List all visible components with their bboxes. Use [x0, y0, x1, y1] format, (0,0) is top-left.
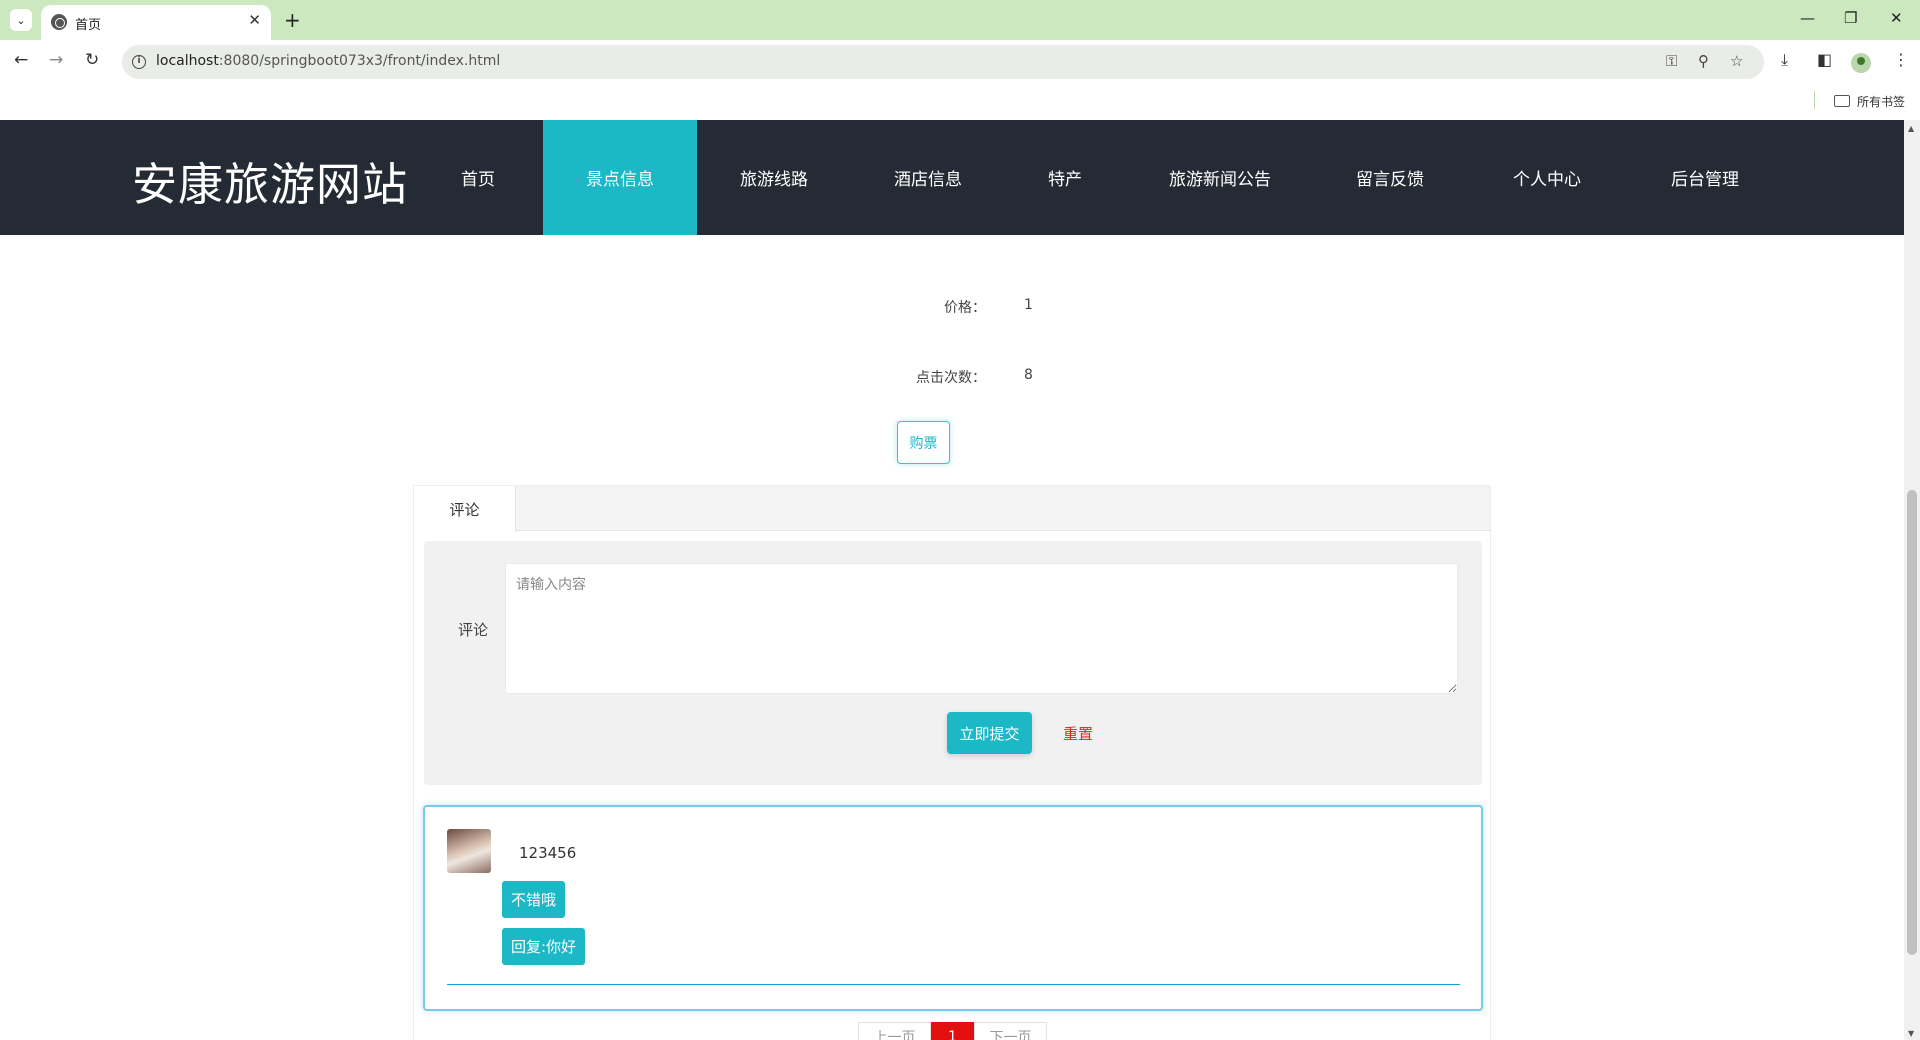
avatar — [447, 829, 491, 873]
price-value: 1 — [1024, 297, 1033, 313]
comment-tabs: 评论 评论 立即提交 重置 123456 不错哦 回复:你好 — [413, 485, 1491, 1040]
url-text[interactable]: localhost:8080/springboot073x3/front/ind… — [156, 53, 500, 69]
comment-username: 123456 — [519, 844, 577, 862]
bookmarks-separator — [1814, 91, 1815, 109]
new-tab-button[interactable]: + — [284, 8, 301, 32]
reload-button[interactable]: ↻ — [85, 50, 99, 70]
bookmarks-bar: 所有书签 — [0, 82, 1920, 120]
tab-title: 首页 — [75, 18, 102, 33]
page-viewport: 安康旅游网站 首页 景点信息 旅游线路 酒店信息 特产 旅游新闻公告 留言反馈 … — [0, 120, 1920, 1040]
nav-admin[interactable]: 后台管理 — [1655, 120, 1755, 235]
profile-avatar-icon[interactable] — [1851, 53, 1871, 73]
scroll-down-arrow[interactable]: ▼ — [1908, 1029, 1914, 1038]
nav-routes[interactable]: 旅游线路 — [722, 120, 826, 235]
clicks-value: 8 — [1024, 367, 1033, 383]
tab-comments[interactable]: 评论 — [414, 486, 516, 532]
all-bookmarks-link[interactable]: 所有书签 — [1857, 93, 1905, 110]
close-icon[interactable]: ✕ — [248, 11, 261, 29]
site-header: 安康旅游网站 首页 景点信息 旅游线路 酒店信息 特产 旅游新闻公告 留言反馈 … — [0, 120, 1904, 235]
tab-search-button[interactable]: ⌄ — [10, 9, 32, 31]
clicks-label: 点击次数： — [916, 370, 986, 386]
nav-attractions[interactable]: 景点信息 — [543, 120, 697, 235]
bookmark-star-icon[interactable]: ☆ — [1730, 52, 1743, 70]
page-number-current[interactable]: 1 — [931, 1022, 974, 1040]
submit-button[interactable]: 立即提交 — [947, 712, 1032, 754]
tabs-header: 评论 — [414, 486, 1490, 532]
browser-tab-bar: ⌄ 首页 ✕ + — ❐ ✕ — [0, 0, 1920, 40]
page-scrollbar[interactable]: ▲ ▼ — [1904, 120, 1920, 1040]
scroll-thumb[interactable] — [1907, 490, 1917, 955]
window-close-button[interactable]: ✕ — [1890, 9, 1903, 27]
comment-form: 评论 立即提交 重置 — [424, 541, 1482, 785]
globe-icon — [51, 14, 67, 30]
comment-divider — [447, 984, 1460, 985]
back-button[interactable]: ← — [14, 50, 28, 70]
restore-button[interactable]: ❐ — [1844, 9, 1857, 27]
comment-field-label: 评论 — [458, 621, 489, 639]
comment-input[interactable] — [505, 563, 1458, 694]
nav-feedback[interactable]: 留言反馈 — [1340, 120, 1440, 235]
comment-list: 123456 不错哦 回复:你好 — [423, 805, 1483, 1011]
site-info-icon[interactable]: i — [132, 55, 146, 69]
browser-tab[interactable]: 首页 ✕ — [41, 5, 271, 40]
password-key-icon[interactable]: ⚿ — [1666, 52, 1677, 70]
next-page-button[interactable]: 下一页 — [974, 1022, 1047, 1040]
comment-reply: 回复:你好 — [502, 928, 586, 965]
pagination: 上一页 1 下一页 — [858, 1022, 1047, 1040]
site-title: 安康旅游网站 — [132, 158, 409, 211]
nav-hotels[interactable]: 酒店信息 — [876, 120, 980, 235]
folder-icon[interactable] — [1834, 95, 1850, 107]
comment-content: 不错哦 — [502, 881, 566, 918]
price-label: 价格： — [944, 300, 986, 316]
browser-toolbar: ← → ↻ i localhost:8080/springboot073x3/f… — [0, 40, 1920, 82]
nav-specialties[interactable]: 特产 — [1030, 120, 1100, 235]
minimize-button[interactable]: — — [1800, 9, 1815, 27]
buy-ticket-button[interactable]: 购票 — [897, 421, 950, 464]
zoom-icon[interactable]: ⚲ — [1698, 52, 1709, 70]
nav-home[interactable]: 首页 — [443, 120, 513, 235]
nav-user-center[interactable]: 个人中心 — [1497, 120, 1597, 235]
address-bar[interactable]: i localhost:8080/springboot073x3/front/i… — [122, 45, 1764, 79]
download-icon[interactable]: ⤓ — [1781, 50, 1788, 70]
prev-page-button[interactable]: 上一页 — [858, 1022, 931, 1040]
reset-button[interactable]: 重置 — [1047, 712, 1109, 754]
side-panel-icon[interactable]: ◧ — [1817, 50, 1832, 69]
nav-news[interactable]: 旅游新闻公告 — [1155, 120, 1285, 235]
scroll-up-arrow[interactable]: ▲ — [1908, 124, 1914, 133]
forward-button[interactable]: → — [49, 50, 63, 70]
more-menu-icon[interactable]: ⋮ — [1893, 50, 1909, 69]
